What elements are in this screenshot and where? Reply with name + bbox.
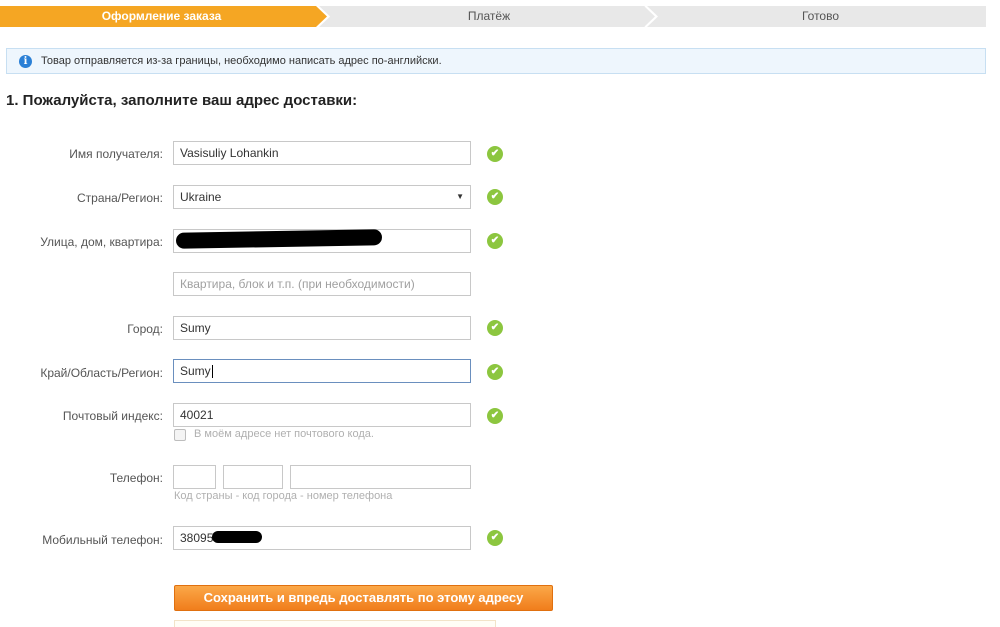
step-order: Оформление заказа [101,9,222,23]
street-label: Улица, дом, квартира: [40,235,163,249]
no-zip-label: В моём адресе нет почтового кода. [194,428,374,440]
country-value: Ukraine [180,190,222,204]
phone-hint: Код страны - код города - номер телефона [174,490,393,502]
info-notice: i Товар отправляется из-за границы, необ… [6,48,986,74]
redaction-scribble [212,531,262,543]
zip-label: Почтовый индекс: [62,409,163,423]
zip-input[interactable]: 40021 [173,403,471,427]
city-input[interactable]: Sumy [173,316,471,340]
region-check-icon: ✔ [487,364,503,380]
recipient-input[interactable]: Vasisuliy Lohankin [173,141,471,165]
apartment-input[interactable]: Квартира, блок и т.п. (при необходимости… [173,272,471,296]
phone-number-input[interactable] [290,465,471,489]
step-done: Готово [801,9,840,23]
phone-country-code-input[interactable] [173,465,216,489]
info-icon: i [19,55,32,68]
country-label: Страна/Регион: [76,191,163,205]
city-check-icon: ✔ [487,320,503,336]
mobile-check-icon: ✔ [487,530,503,546]
dropdown-arrow-icon: ▼ [456,192,464,201]
phone-city-code-input[interactable] [223,465,283,489]
phone-label: Телефон: [109,471,163,485]
notice-text: Товар отправляется из-за границы, необхо… [41,55,442,67]
no-zip-checkbox[interactable] [174,429,186,441]
checkout-progress: Оформление заказа Платёж Готово [0,6,986,27]
step-payment: Платёж [467,9,511,23]
region-value: Sumy [180,364,211,378]
recipient-check-icon: ✔ [487,146,503,162]
region-input[interactable]: Sumy [173,359,471,383]
bottom-panel [174,620,496,627]
recipient-label: Имя получателя: [69,147,163,161]
zip-check-icon: ✔ [487,408,503,424]
country-check-icon: ✔ [487,189,503,205]
save-address-button[interactable]: Сохранить и впредь доставлять по этому а… [174,585,553,611]
section-title: 1. Пожалуйста, заполните ваш адрес доста… [6,92,358,109]
text-caret [211,365,213,379]
city-label: Город: [127,322,163,336]
country-select[interactable]: Ukraine ▼ [173,185,471,209]
mobile-label: Мобильный телефон: [42,533,163,547]
street-check-icon: ✔ [487,233,503,249]
region-label: Край/Область/Регион: [40,366,163,380]
